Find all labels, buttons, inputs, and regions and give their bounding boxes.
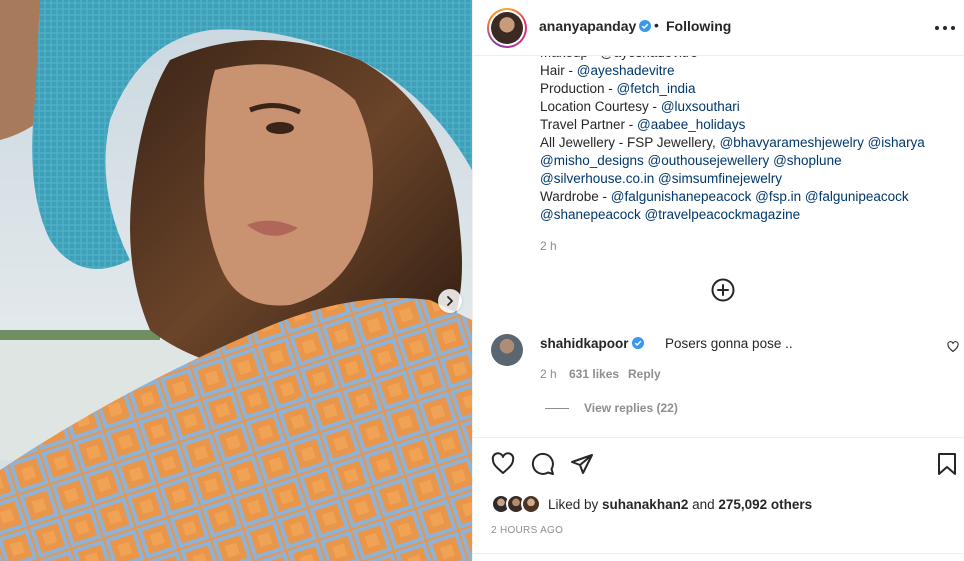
caption-text: Travel Partner - — [540, 117, 638, 132]
comment-meta: 2 h 631 likes Reply — [540, 367, 661, 381]
caption-mention-link[interactable]: @luxsouthari — [661, 99, 740, 114]
caption-text: Location Courtesy - — [540, 99, 661, 114]
actions-divider — [473, 437, 964, 438]
caption-mention-link[interactable]: @isharya — [868, 135, 925, 150]
share-icon[interactable] — [570, 452, 594, 476]
next-image-button[interactable] — [438, 289, 462, 313]
verified-badge-icon — [631, 337, 644, 349]
liked-by-user[interactable]: suhanakhan2 — [602, 497, 688, 512]
author-username-text[interactable]: ananyapanday — [539, 18, 636, 34]
caption-line: All Jewellery - FSP Jewellery, @bhavyara… — [540, 134, 950, 152]
post-header: ananyapanday • Following — [473, 0, 964, 56]
caption-line: Location Courtesy - @luxsouthari — [540, 98, 950, 116]
comment-likes[interactable]: 631 likes — [569, 367, 628, 381]
liked-by-prefix: Liked by — [548, 496, 603, 512]
comment-text: Posers gonna pose .. — [665, 336, 793, 351]
caption-mention-link[interactable]: @ayeshadevitre — [577, 63, 675, 78]
liked-by-others[interactable]: 275,092 others — [718, 497, 812, 512]
bookmark-icon[interactable] — [935, 452, 959, 476]
caption-mention-link[interactable]: @simsumfinejewelry — [658, 171, 782, 186]
caption-mention-link[interactable]: @fetch_india — [617, 81, 696, 96]
caption-mention-link[interactable]: @bhavyarameshjewelry — [720, 135, 864, 150]
header-separator: • — [654, 17, 659, 33]
caption-line: Wardrobe - @falgunishanepeacock @fsp.in … — [540, 188, 950, 206]
view-replies-button[interactable]: View replies (22) — [545, 401, 678, 415]
commenter-avatar[interactable] — [491, 334, 523, 366]
caption-mention-link[interactable]: @silverhouse.co.in — [540, 171, 654, 186]
caption-mention-link[interactable]: @shoplune — [773, 153, 842, 168]
load-more-plus-icon[interactable] — [711, 278, 735, 302]
caption-mention-link[interactable]: @fsp.in — [755, 189, 801, 204]
caption-mention-link[interactable]: @travelpeacockmagazine — [645, 207, 801, 222]
profile-avatar[interactable] — [487, 8, 527, 48]
post-caption: Makeup - @ayeshadevitre Hair - @ayeshade… — [540, 44, 950, 234]
caption-line: Hair - @ayeshadevitre — [540, 62, 950, 80]
liked-by-avatars[interactable] — [491, 494, 544, 514]
caption-line: Production - @fetch_india — [540, 80, 950, 98]
caption-line: @misho_designs @outhousejewellery @shopl… — [540, 152, 950, 170]
liked-by-row: Liked by suhanakhan2 and 275,092 others — [491, 493, 812, 515]
caption-text: Hair - — [540, 63, 577, 78]
replies-dash — [545, 407, 569, 409]
comment-icon[interactable] — [531, 452, 555, 476]
view-replies-text[interactable]: View replies (22) — [584, 401, 678, 415]
caption-mention-link[interactable]: @falgunipeacock — [805, 189, 909, 204]
heart-icon[interactable] — [491, 452, 515, 476]
liked-by-and: and — [688, 496, 719, 512]
chevron-right-icon — [447, 296, 453, 306]
panel-bottom-border — [473, 553, 964, 554]
post-timestamp[interactable]: 2 HOURS AGO — [491, 525, 563, 536]
caption-text: Wardrobe - — [540, 189, 611, 204]
post-details-panel: ananyapanday • Following Makeup - @ayesh… — [472, 0, 964, 561]
verified-badge-icon — [639, 20, 652, 32]
caption-line: @silverhouse.co.in @simsumfinejewelry — [540, 170, 950, 188]
caption-mention-link[interactable]: @aabee_holidays — [637, 117, 745, 132]
liked-by-text: Liked by suhanakhan2 and 275,092 others — [548, 497, 812, 512]
more-options-icon[interactable] — [935, 20, 955, 36]
commenter-username[interactable]: shahidkapoor — [540, 336, 644, 351]
comment-time: 2 h — [540, 367, 557, 381]
caption-mention-link[interactable]: @shanepeacock — [540, 207, 641, 222]
following-button[interactable]: Following — [666, 18, 731, 34]
caption-lines: Hair - @ayeshadevitre Production - @fetch… — [540, 62, 950, 224]
caption-timestamp: 2 h — [540, 239, 557, 253]
caption-line: Travel Partner - @aabee_holidays — [540, 116, 950, 134]
caption-mention-link[interactable]: @falgunishanepeacock — [611, 189, 752, 204]
caption-mention-link[interactable]: @outhousejewellery — [648, 153, 770, 168]
post-author-username[interactable]: ananyapanday — [539, 18, 652, 34]
caption-text: All Jewellery - FSP Jewellery, — [540, 135, 720, 150]
reply-button[interactable]: Reply — [628, 367, 661, 381]
post-image — [0, 0, 472, 561]
post-photo-illustration — [0, 0, 472, 561]
liker-avatar[interactable] — [521, 494, 541, 514]
caption-text: Production - — [540, 81, 617, 96]
caption-mention-link[interactable]: @misho_designs — [540, 153, 644, 168]
comment-like-heart-icon[interactable] — [947, 341, 959, 353]
caption-line: @shanepeacock @travelpeacockmagazine — [540, 206, 950, 224]
